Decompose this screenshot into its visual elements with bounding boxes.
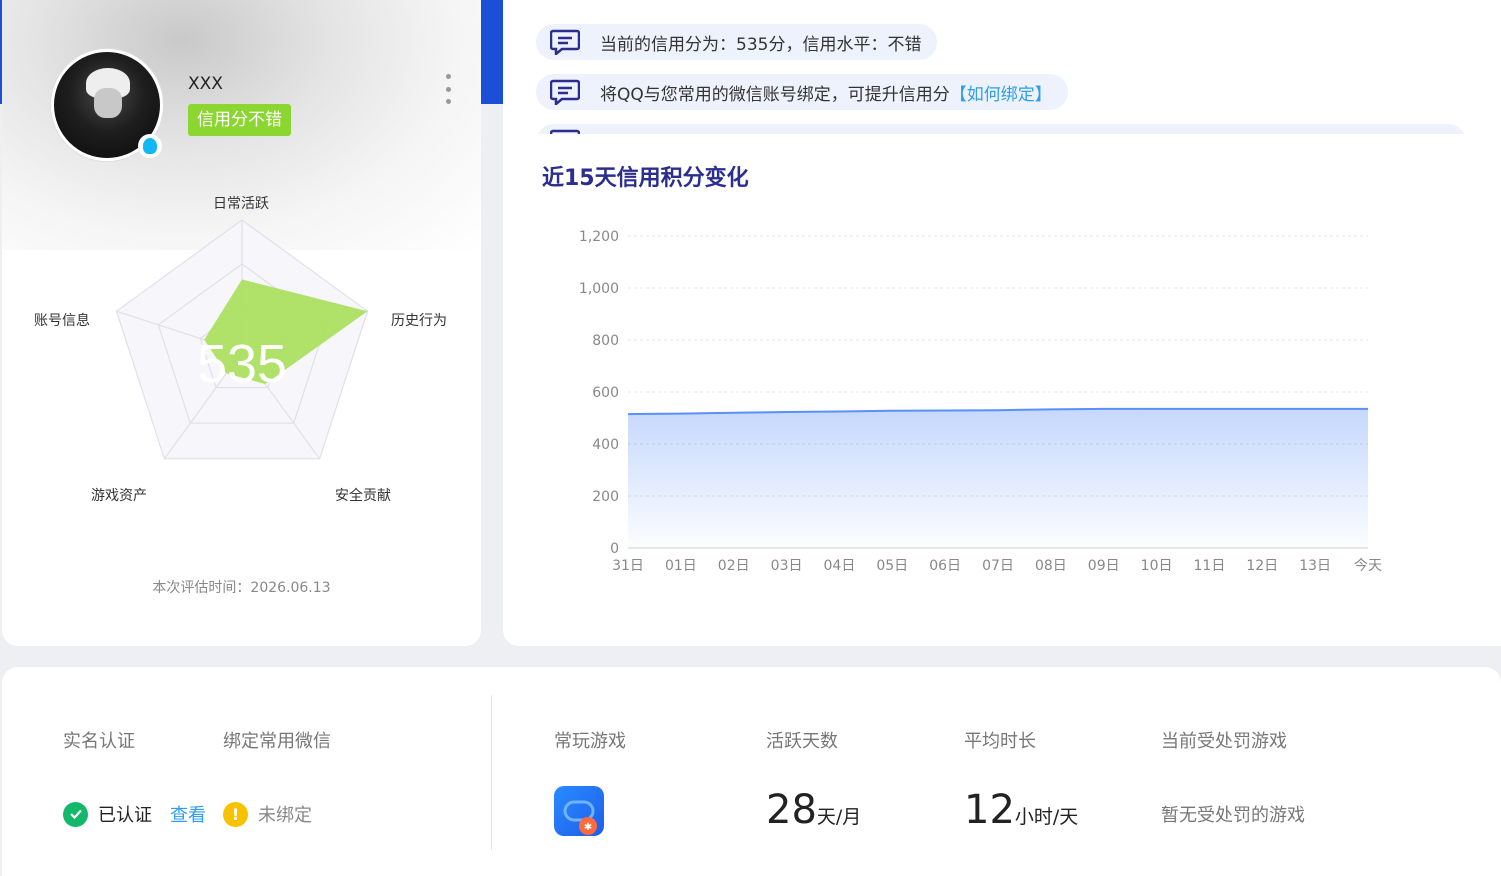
- y-tick-label: 600: [592, 385, 619, 401]
- radar-label-history: 历史行为: [391, 313, 447, 329]
- avg-duration-number: 12: [964, 787, 1015, 833]
- wechat-bind-label: 绑定常用微信: [223, 731, 331, 752]
- x-tick-label: 今天: [1354, 558, 1382, 574]
- game-app-icon[interactable]: ✱: [554, 786, 604, 836]
- no-punished-games-text: 暂无受处罚的游戏: [1161, 805, 1305, 826]
- message-item: 将QQ与您常用的微信账号绑定，可提升信用分 【如何绑定】: [536, 74, 1068, 110]
- chart-title: 近15天信用积分变化: [542, 166, 749, 191]
- x-tick-label: 04日: [824, 558, 856, 574]
- chat-bubble-icon: [550, 129, 580, 134]
- punished-games-label: 当前受处罚游戏: [1161, 731, 1287, 752]
- x-tick-label: 03日: [771, 558, 803, 574]
- credit-trend-chart: 0 200 400 600 800 1,000 1,200 31日 01日 02日 03日 04日 05…: [579, 229, 1382, 574]
- message-item: 当前的信用分为：535分，信用水平：不错: [536, 24, 938, 60]
- x-tick-label: 11日: [1194, 558, 1226, 574]
- active-days-unit: 天/月: [816, 806, 862, 828]
- x-tick-label: 08日: [1035, 558, 1067, 574]
- avatar-face: [94, 88, 122, 118]
- qq-penguin-icon: [138, 134, 162, 158]
- svg-text:✱: ✱: [584, 822, 592, 833]
- chat-bubble-icon: [550, 79, 580, 105]
- y-tick-label: 200: [592, 489, 619, 505]
- x-tick-label: 02日: [718, 558, 750, 574]
- frequent-games-label: 常玩游戏: [554, 731, 626, 752]
- real-name-label: 实名认证: [63, 731, 135, 752]
- message-text: 当前的信用分为：535分，信用水平：不错: [600, 34, 922, 55]
- how-to-bind-link[interactable]: 【如何绑定】: [950, 80, 1052, 105]
- x-tick-label: 12日: [1246, 558, 1278, 574]
- y-tick-label: 0: [610, 541, 619, 557]
- evaluation-time: 本次评估时间：2026.06.13: [152, 580, 331, 596]
- profile-card: XXX 信用分不错 535 日常活跃 历史行为 安全贡献 游戏资产 账号信息 本…: [2, 0, 481, 646]
- account-summary-card: 实名认证 绑定常用微信 已认证 查看 ! 未绑定 常玩游戏 活跃天数 平均时长 …: [2, 667, 1501, 876]
- real-name-status: 已认证 查看: [63, 801, 206, 827]
- avg-duration-label: 平均时长: [964, 731, 1036, 752]
- avg-duration-value: 12小时/天: [964, 787, 1078, 833]
- warning-icon: !: [223, 801, 248, 827]
- x-tick-label: 31日: [612, 558, 644, 574]
- radar-score-text: 535: [197, 334, 287, 394]
- message-list[interactable]: 当前的信用分为：535分，信用水平：不错 将QQ与您常用的微信账号绑定，可提升信…: [503, 0, 1501, 134]
- divider: [491, 695, 492, 850]
- active-days-value: 28天/月: [766, 787, 861, 833]
- radar-chart: 535: [115, 219, 369, 460]
- nickname: XXX: [188, 74, 223, 94]
- credit-chart-card: 当前的信用分为：535分，信用水平：不错 将QQ与您常用的微信账号绑定，可提升信…: [503, 0, 1501, 646]
- x-tick-label: 06日: [929, 558, 961, 574]
- x-tick-label: 01日: [665, 558, 697, 574]
- active-days-number: 28: [766, 787, 817, 833]
- active-days-label: 活跃天数: [766, 731, 838, 752]
- x-tick-label: 10日: [1141, 558, 1173, 574]
- credit-level-tag: 信用分不错: [188, 104, 291, 136]
- verified-text: 已认证: [98, 805, 152, 826]
- x-tick-label: 07日: [982, 558, 1014, 574]
- chat-bubble-icon: [550, 29, 580, 55]
- message-item-partial: [536, 124, 1466, 134]
- y-tick-label: 1,200: [579, 229, 619, 245]
- view-verification-link[interactable]: 查看: [170, 801, 206, 827]
- x-tick-label: 09日: [1088, 558, 1120, 574]
- more-options-icon[interactable]: [442, 74, 454, 104]
- y-tick-label: 800: [592, 333, 619, 349]
- series-area: [628, 408, 1368, 548]
- wechat-bind-status: ! 未绑定: [223, 801, 312, 827]
- radar-label-account: 账号信息: [34, 313, 90, 329]
- message-text: 将QQ与您常用的微信账号绑定，可提升信用分: [600, 84, 950, 105]
- radar-label-assets: 游戏资产: [91, 488, 147, 504]
- radar-label-daily-active: 日常活跃: [213, 196, 269, 212]
- x-tick-label: 05日: [876, 558, 908, 574]
- avg-duration-unit: 小时/天: [1014, 806, 1079, 828]
- y-tick-label: 400: [592, 437, 619, 453]
- y-tick-label: 1,000: [579, 281, 619, 297]
- check-icon: [63, 801, 88, 827]
- x-tick-label: 13日: [1299, 558, 1331, 574]
- unbound-text: 未绑定: [258, 805, 312, 826]
- radar-label-security: 安全贡献: [335, 488, 391, 504]
